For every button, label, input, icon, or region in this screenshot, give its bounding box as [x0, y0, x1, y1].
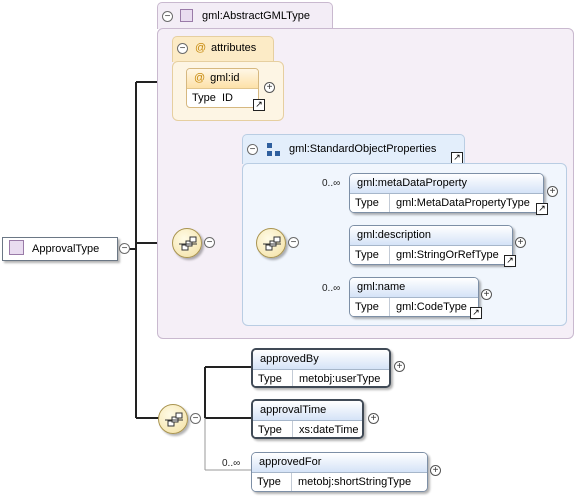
root-element-approvaltype[interactable]: ApprovalType — [2, 237, 118, 261]
complex-type-icon — [9, 240, 24, 255]
sequence-compositor-icon[interactable] — [158, 404, 188, 434]
type-value: xs:dateTime — [299, 424, 359, 436]
element-approvedfor[interactable]: approvedFor Type metobj:shortStringType — [251, 452, 428, 492]
type-label: Type — [350, 298, 390, 316]
abstract-type-header: − gml:AbstractGMLType — [157, 2, 333, 29]
type-label: Type — [253, 370, 293, 386]
element-name: approvedFor — [252, 453, 427, 473]
expand-button[interactable]: + — [264, 82, 275, 93]
abstract-type-title: gml:AbstractGMLType — [202, 10, 310, 22]
collapse-button[interactable]: − — [247, 144, 258, 155]
attributes-header: − @ attributes — [172, 36, 274, 62]
element-name: gml:name — [350, 278, 478, 298]
element-name: gml:description — [350, 226, 512, 246]
type-label: Type — [252, 473, 292, 491]
collapse-button[interactable]: − — [204, 237, 215, 248]
element-name: approvalTime — [253, 401, 362, 421]
sequence-compositor-icon[interactable] — [256, 228, 286, 258]
group-header: − gml:StandardObjectProperties ↗ — [242, 134, 465, 164]
attribute-name: gml:id — [210, 72, 240, 84]
collapse-button[interactable]: − — [119, 243, 130, 254]
expand-button[interactable]: + — [481, 289, 492, 300]
attribute-icon: @ — [195, 42, 207, 54]
type-value: gml:MetaDataPropertyType — [396, 197, 530, 209]
type-label: Type — [350, 194, 390, 212]
type-label: Type — [253, 421, 293, 437]
type-value: ID — [222, 92, 233, 104]
group-icon — [267, 143, 280, 156]
element-gml-metadataproperty[interactable]: gml:metaDataProperty Type gml:MetaDataPro… — [349, 173, 544, 213]
link-icon[interactable]: ↗ — [253, 99, 265, 111]
element-name: gml:metaDataProperty — [350, 174, 543, 194]
sequence-compositor-icon[interactable] — [172, 228, 202, 258]
expand-button[interactable]: + — [515, 237, 526, 248]
collapse-button[interactable]: − — [190, 413, 201, 424]
link-icon[interactable]: ↗ — [470, 307, 482, 319]
type-value: gml:CodeType — [396, 301, 467, 313]
link-icon[interactable]: ↗ — [504, 255, 516, 267]
type-label: Type — [192, 92, 216, 104]
type-label: Type — [350, 246, 390, 264]
expand-button[interactable]: + — [547, 186, 558, 197]
link-icon[interactable]: ↗ — [536, 203, 548, 215]
attribute-gml-id[interactable]: @ gml:id Type ID — [186, 68, 259, 108]
collapse-button[interactable]: − — [177, 43, 188, 54]
expand-button[interactable]: + — [430, 465, 441, 476]
element-name: approvedBy — [253, 350, 389, 370]
element-approvedby[interactable]: approvedBy Type metobj:userType — [251, 348, 391, 388]
type-value: metobj:shortStringType — [298, 476, 412, 488]
element-gml-description[interactable]: gml:description Type gml:StringOrRefType — [349, 225, 513, 265]
element-gml-name[interactable]: gml:name Type gml:CodeType — [349, 277, 479, 317]
attributes-title: attributes — [211, 42, 257, 54]
occurrence-label: 0..∞ — [222, 458, 241, 469]
group-title: gml:StandardObjectProperties — [289, 143, 437, 155]
complex-type-icon — [180, 9, 193, 22]
occurrence-label: 0..∞ — [322, 178, 341, 189]
collapse-button[interactable]: − — [288, 237, 299, 248]
element-approvaltime[interactable]: approvalTime Type xs:dateTime — [251, 399, 364, 439]
type-value: gml:StringOrRefType — [396, 249, 499, 261]
type-value: metobj:userType — [299, 373, 381, 385]
expand-button[interactable]: + — [368, 413, 379, 424]
collapse-button[interactable]: − — [162, 11, 173, 22]
root-element-label: ApprovalType — [32, 243, 100, 255]
expand-button[interactable]: + — [394, 361, 405, 372]
occurrence-label: 0..∞ — [322, 283, 341, 294]
attribute-icon: @ — [194, 72, 206, 84]
